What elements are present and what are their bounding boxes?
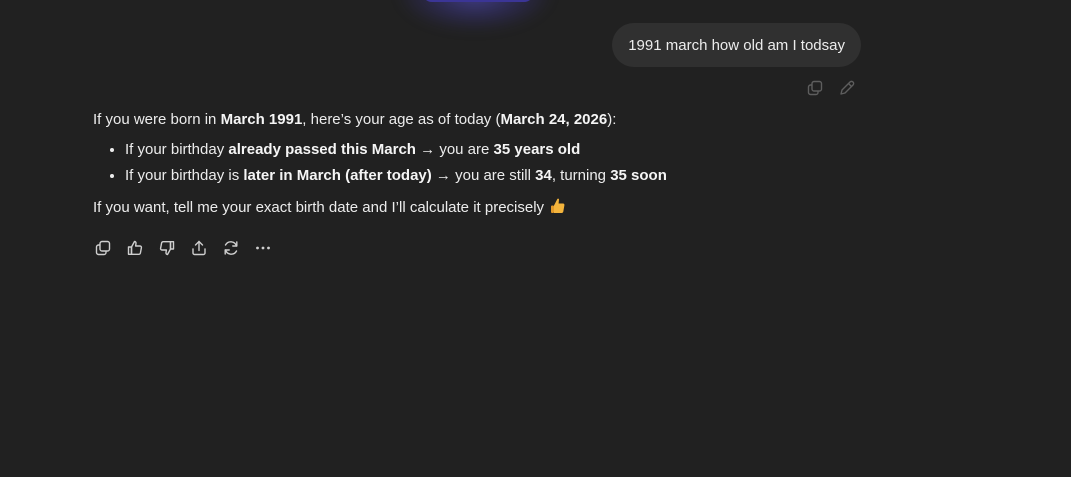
intro-text-2: , here’s your age as of today ( [302,111,501,128]
share-icon[interactable] [189,238,209,258]
bullet-text: If your birthday is [125,167,244,184]
pencil-icon[interactable] [837,78,857,98]
assistant-actions [93,238,273,258]
intro-text-3: ): [607,111,617,128]
bullet-text: → you are still [431,167,536,184]
bullet-text: , turning [551,167,611,184]
user-message-actions [805,78,857,98]
list-item: If your birthday is later in March (afte… [125,164,873,188]
intro-text-1: If you were born in [93,111,221,128]
user-message-text: 1991 march how old am I todsay [628,36,845,54]
assistant-closing: If you want, tell me your exact birth da… [93,196,873,220]
bullet-text: If your birthday [125,141,229,158]
regenerate-icon[interactable] [221,238,241,258]
age-bullet-list: If your birthday already passed this Mar… [93,138,873,188]
list-item: If your birthday already passed this Mar… [125,138,873,162]
bullet-bold: 34 [535,167,552,184]
copy-icon[interactable] [93,238,113,258]
user-message-bubble: 1991 march how old am I todsay [612,23,861,67]
thumbs-down-icon[interactable] [157,238,177,258]
bullet-bold: 35 soon [610,167,667,184]
assistant-message: If you were born in March 1991, here’s y… [93,108,873,220]
chat-page: 1991 march how old am I todsay If you we… [0,0,1071,477]
intro-bold-birth: March 1991 [220,111,303,128]
bullet-bold: already passed this March [228,141,416,158]
more-icon[interactable] [253,238,273,258]
copy-icon[interactable] [805,78,825,98]
composer-glow [400,0,550,30]
assistant-intro: If you were born in March 1991, here’s y… [93,108,873,132]
thumbs-up-emoji [551,198,565,213]
bullet-bold: 35 years old [493,141,581,158]
intro-bold-date: March 24, 2026 [500,111,608,128]
thumbs-up-icon[interactable] [125,238,145,258]
bullet-bold: later in March (after today) [243,167,432,184]
composer-glow-core [422,0,534,2]
closing-text: If you want, tell me your exact birth da… [93,199,545,216]
bullet-text: → you are [415,141,494,158]
